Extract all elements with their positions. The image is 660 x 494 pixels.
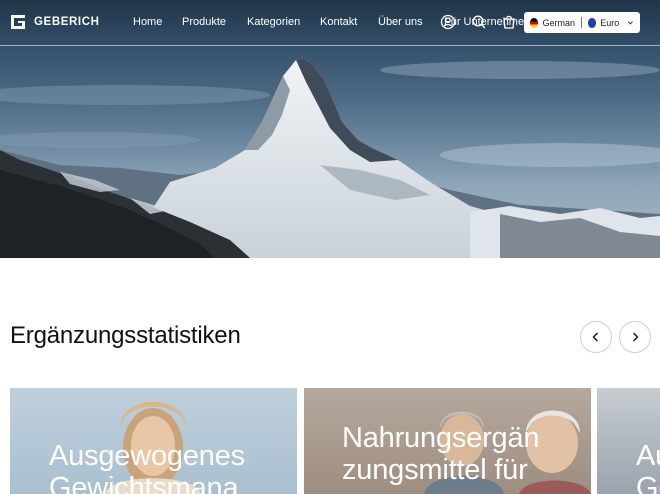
german-flag-icon — [530, 17, 539, 28]
nav-ueber-uns[interactable]: Über uns — [378, 16, 423, 28]
locale-switcher[interactable]: German Euro — [524, 12, 640, 33]
nav-produkte[interactable]: Produkte — [182, 16, 226, 28]
nav-fuer-unternehmen[interactable]: Für Unternehmen — [444, 16, 530, 28]
currency-label[interactable]: Euro — [600, 18, 619, 28]
euro-flag-icon — [587, 17, 597, 28]
brand-mark-icon — [11, 15, 25, 29]
search-icon[interactable] — [471, 14, 487, 30]
product-card[interactable]: Nahrungsergän zungsmittel für — [304, 388, 591, 494]
chevron-down-icon[interactable] — [627, 19, 634, 27]
cart-icon[interactable] — [501, 14, 517, 30]
card-title: Au Ge — [636, 440, 660, 494]
nav-home[interactable]: Home — [133, 16, 162, 28]
product-card[interactable]: Ausgewogenes Gewichtsmana — [10, 388, 297, 494]
language-label[interactable]: German — [542, 18, 575, 28]
product-card[interactable]: Au Ge — [597, 388, 660, 494]
card-title: Nahrungsergän zungsmittel für — [342, 422, 540, 486]
nav-kategorien[interactable]: Kategorien — [247, 16, 300, 28]
nav-kontakt[interactable]: Kontakt — [320, 16, 357, 28]
brand-logo[interactable]: GEBERICH — [9, 13, 100, 31]
carousel-next-button[interactable] — [619, 321, 651, 353]
chevron-right-icon — [633, 332, 639, 342]
card-title: Ausgewogenes Gewichtsmana — [49, 440, 245, 494]
brand-name: GEBERICH — [34, 16, 100, 28]
section-title: Ergänzungsstatistiken — [10, 322, 241, 349]
user-icon[interactable] — [440, 14, 456, 30]
site-header: GEBERICH Home Produkte Kategorien Kontak… — [0, 0, 660, 46]
chevron-left-icon — [592, 332, 598, 342]
carousel-prev-button[interactable] — [580, 321, 612, 353]
locale-divider — [580, 17, 582, 28]
